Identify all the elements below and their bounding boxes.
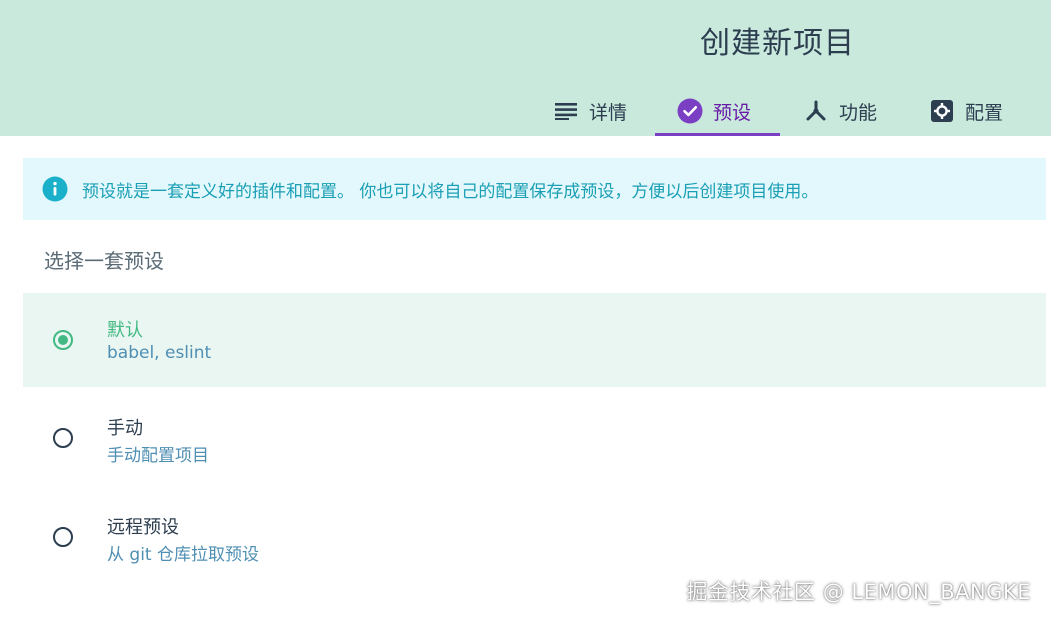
header: 创建新项目 详情 预设 功能 配置 [0,0,1051,136]
check-circle-icon [677,98,703,124]
radio-selected-icon[interactable] [53,330,73,350]
preset-option-remote[interactable]: 远程预设 从 git 仓库拉取预设 [23,490,1046,584]
tab-details-label: 详情 [589,101,628,124]
preset-name: 手动 [107,418,143,439]
preset-option-default[interactable]: 默认 babel, eslint [23,293,1046,387]
radio-unselected-icon[interactable] [53,428,73,448]
info-banner: 预设就是一套定义好的插件和配置。 你也可以将自己的配置保存成预设，方便以后创建项… [23,158,1046,220]
tab-config[interactable]: 配置 [929,86,1003,136]
tab-bar: 详情 预设 功能 配置 [0,86,1051,136]
page-title: 创建新项目 [700,26,855,61]
tab-features[interactable]: 功能 [803,86,877,136]
section-title: 选择一套预设 [44,249,164,273]
preset-description: 手动配置项目 [107,446,209,466]
tab-details[interactable]: 详情 [553,86,627,136]
gear-icon [929,98,955,124]
tab-presets[interactable]: 预设 [655,86,780,136]
tab-features-label: 功能 [839,101,878,124]
radio-unselected-icon[interactable] [53,527,73,547]
preset-name: 远程预设 [107,517,179,538]
list-icon [553,98,579,124]
watermark: 掘金技术社区 @ LEMON_BANGKE [686,580,1031,604]
tab-presets-label: 预设 [713,101,752,124]
info-text: 预设就是一套定义好的插件和配置。 你也可以将自己的配置保存成预设，方便以后创建项… [82,181,819,202]
info-icon [42,176,68,202]
preset-option-manual[interactable]: 手动 手动配置项目 [23,391,1046,485]
preset-name: 默认 [107,320,143,341]
preset-description: babel, eslint [107,343,212,363]
branch-icon [803,98,829,124]
active-tab-indicator [655,133,780,136]
preset-description: 从 git 仓库拉取预设 [107,545,259,565]
tab-config-label: 配置 [965,101,1004,124]
